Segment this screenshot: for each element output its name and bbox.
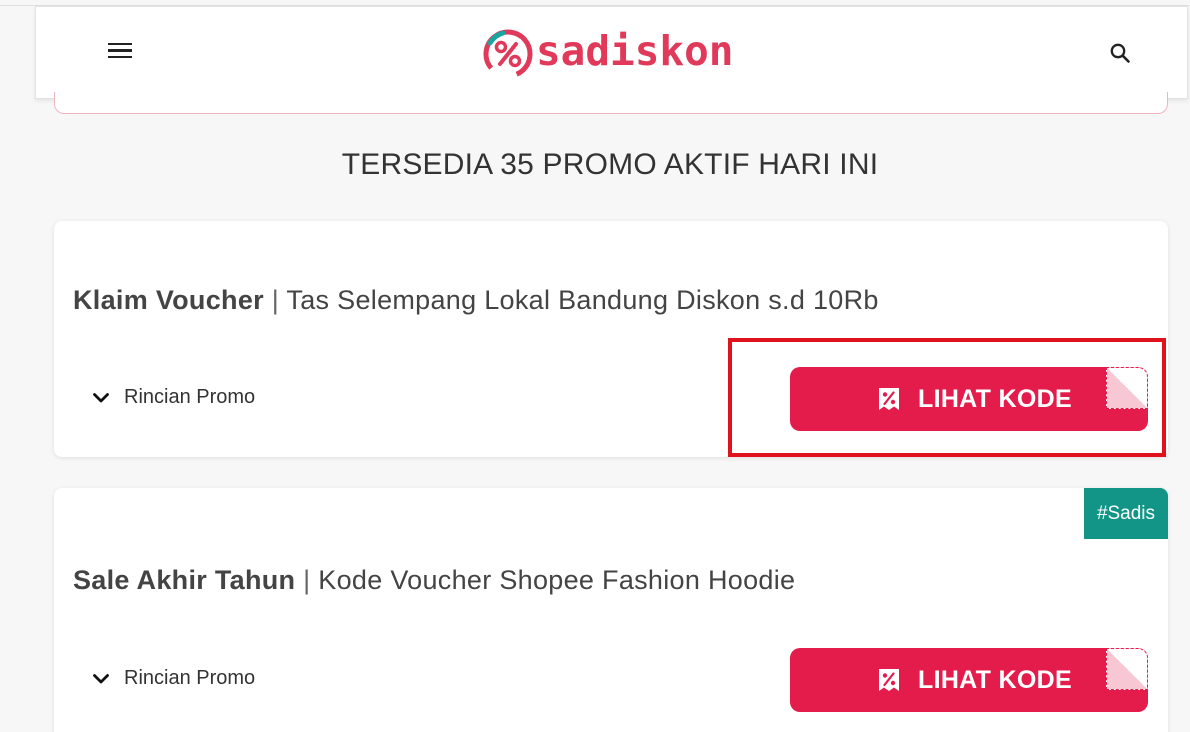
view-code-label: LIHAT KODE (918, 666, 1072, 694)
promo-title-strong: Klaim Voucher (73, 285, 264, 315)
coupon-peel-corner (1106, 648, 1148, 690)
percent-badge-icon (483, 29, 533, 79)
promo-card: #Sadis Sale Akhir Tahun | Kode Voucher S… (54, 488, 1168, 732)
promo-details-toggle[interactable]: Rincian Promo (91, 667, 255, 690)
promo-title[interactable]: Klaim Voucher | Tas Selempang Lokal Band… (73, 285, 879, 316)
promo-details-toggle[interactable]: Rincian Promo (91, 386, 255, 409)
page: sadiskon TERSEDIA 35 PROMO AKTIF HARI IN… (0, 0, 1190, 732)
site-header: sadiskon (35, 6, 1188, 99)
page-heading: TERSEDIA 35 PROMO AKTIF HARI INI (341, 148, 879, 181)
promo-title-strong: Sale Akhir Tahun (73, 565, 296, 595)
promo-details-label: Rincian Promo (124, 386, 256, 408)
promo-card: Klaim Voucher | Tas Selempang Lokal Band… (54, 221, 1168, 457)
sadis-badge: #Sadis (1084, 488, 1168, 539)
promo-title-rest: Tas Selempang Lokal Bandung Diskon s.d 1… (286, 285, 879, 315)
promo-title-separator: | (271, 285, 280, 315)
voucher-percent-icon (879, 669, 899, 691)
promo-details-label: Rincian Promo (124, 667, 256, 689)
search-icon[interactable] (1109, 42, 1131, 64)
featured-banner-edge (54, 92, 1168, 114)
view-code-button[interactable]: LIHAT KODE (790, 648, 1148, 712)
voucher-percent-icon (879, 388, 899, 410)
view-code-button[interactable]: LIHAT KODE (790, 367, 1148, 431)
chevron-down-icon (93, 392, 109, 402)
logo-wordmark: sadiskon (536, 27, 734, 75)
promo-title[interactable]: Sale Akhir Tahun | Kode Voucher Shopee F… (73, 565, 795, 596)
promo-title-separator: | (303, 565, 311, 595)
chevron-down-icon (93, 673, 109, 683)
promo-title-rest: Kode Voucher Shopee Fashion Hoodie (318, 565, 796, 595)
hamburger-menu-icon[interactable] (106, 39, 136, 65)
view-code-label: LIHAT KODE (918, 385, 1072, 413)
coupon-peel-corner (1106, 367, 1148, 409)
sadiskon-logo[interactable]: sadiskon (481, 23, 733, 83)
